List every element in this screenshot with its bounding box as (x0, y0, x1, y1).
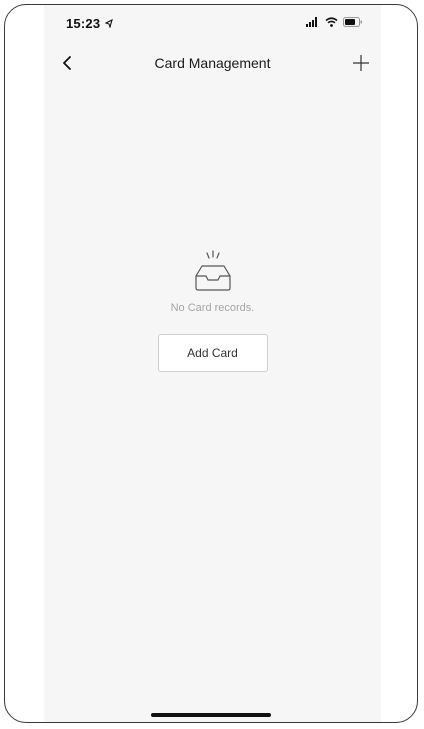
battery-icon (343, 17, 362, 27)
app-screen: 15:23 Card Management No Card records. A… (44, 5, 381, 722)
add-card-button[interactable]: Add Card (157, 334, 268, 372)
add-card-nav-button[interactable] (347, 49, 375, 77)
status-bar: 15:23 (44, 5, 381, 43)
empty-state: No Card records. Add Card (44, 250, 381, 372)
status-time: 15:23 (66, 16, 113, 31)
empty-inbox-icon (194, 250, 231, 291)
home-indicator (151, 713, 271, 717)
status-time-text: 15:23 (66, 16, 101, 31)
location-arrow-icon (104, 18, 113, 29)
status-icons (306, 17, 363, 27)
plus-icon (353, 55, 369, 71)
signal-icon (306, 17, 317, 27)
navigation-bar: Card Management (44, 43, 381, 85)
wifi-icon (325, 17, 338, 27)
empty-message: No Card records. (170, 302, 255, 314)
page-title: Card Management (154, 55, 271, 71)
